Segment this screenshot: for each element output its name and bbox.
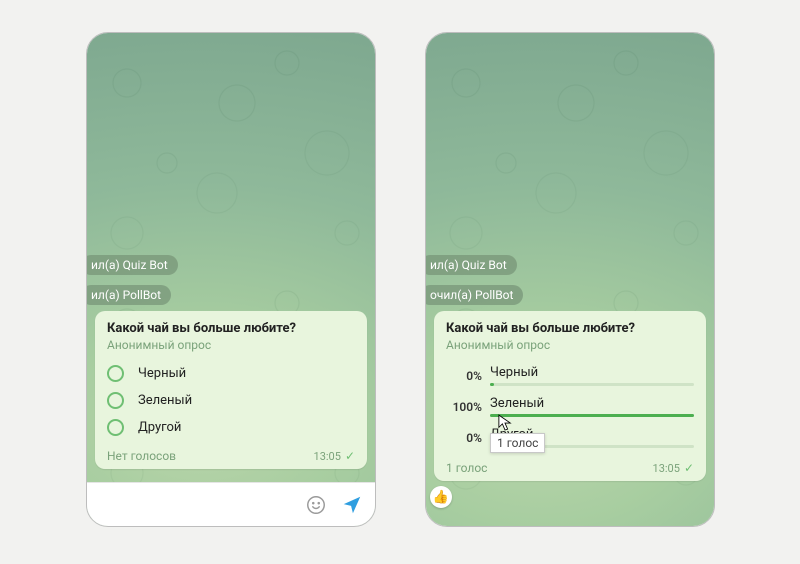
radio-icon[interactable] (107, 419, 124, 436)
poll-bubble-results: Какой чай вы больше любите? Анонимный оп… (434, 311, 706, 481)
poll-option[interactable]: Другой (107, 414, 355, 441)
poll-result-percent: 100% (446, 400, 482, 414)
poll-result-row[interactable]: 0% Черный (446, 360, 694, 391)
reaction-thumbs-up[interactable]: 👍 (430, 486, 452, 508)
emoji-icon[interactable] (305, 494, 327, 516)
poll-bar (490, 414, 694, 417)
poll-vote-count: Нет голосов (107, 449, 176, 463)
poll-subtitle: Анонимный опрос (107, 338, 355, 352)
sent-check-icon: ✓ (684, 461, 694, 475)
poll-option[interactable]: Зеленый (107, 387, 355, 414)
poll-vote-count: 1 голос (446, 461, 487, 475)
poll-result-row[interactable]: 0% Другой (446, 422, 694, 453)
poll-result-percent: 0% (446, 369, 482, 383)
poll-option-label: Черный (490, 365, 694, 380)
poll-question: Какой чай вы больше любите? (446, 321, 694, 336)
service-message-quizbot: ил(а) Quiz Bot (425, 255, 517, 275)
poll-option-label: Зеленый (138, 393, 192, 408)
message-input-bar (87, 482, 375, 526)
poll-option-label: Другой (138, 420, 181, 435)
poll-option-label: Зеленый (490, 396, 694, 411)
sent-check-icon: ✓ (345, 449, 355, 463)
message-time: 13:05 ✓ (653, 461, 694, 475)
poll-subtitle: Анонимный опрос (446, 338, 694, 352)
service-message-pollbot: очил(а) PollBot (425, 285, 523, 305)
poll-bubble: Какой чай вы больше любите? Анонимный оп… (95, 311, 367, 469)
service-message-pollbot: ил(а) PollBot (86, 285, 171, 305)
service-message-quizbot: ил(а) Quiz Bot (86, 255, 178, 275)
phone-before: ил(а) Quiz Bot ил(а) PollBot Какой чай в… (86, 32, 376, 527)
phone-after: ил(а) Quiz Bot очил(а) PollBot Какой чай… (425, 32, 715, 527)
vote-tooltip: 1 голос (490, 433, 545, 453)
poll-option[interactable]: Черный (107, 360, 355, 387)
poll-bar (490, 383, 694, 386)
poll-option-label: Черный (138, 366, 186, 381)
message-time: 13:05 ✓ (314, 449, 355, 463)
poll-result-percent: 0% (446, 431, 482, 445)
radio-icon[interactable] (107, 392, 124, 409)
radio-icon[interactable] (107, 365, 124, 382)
poll-result-row[interactable]: 100% Зеленый (446, 391, 694, 422)
send-icon[interactable] (341, 494, 363, 516)
poll-question: Какой чай вы больше любите? (107, 321, 355, 336)
